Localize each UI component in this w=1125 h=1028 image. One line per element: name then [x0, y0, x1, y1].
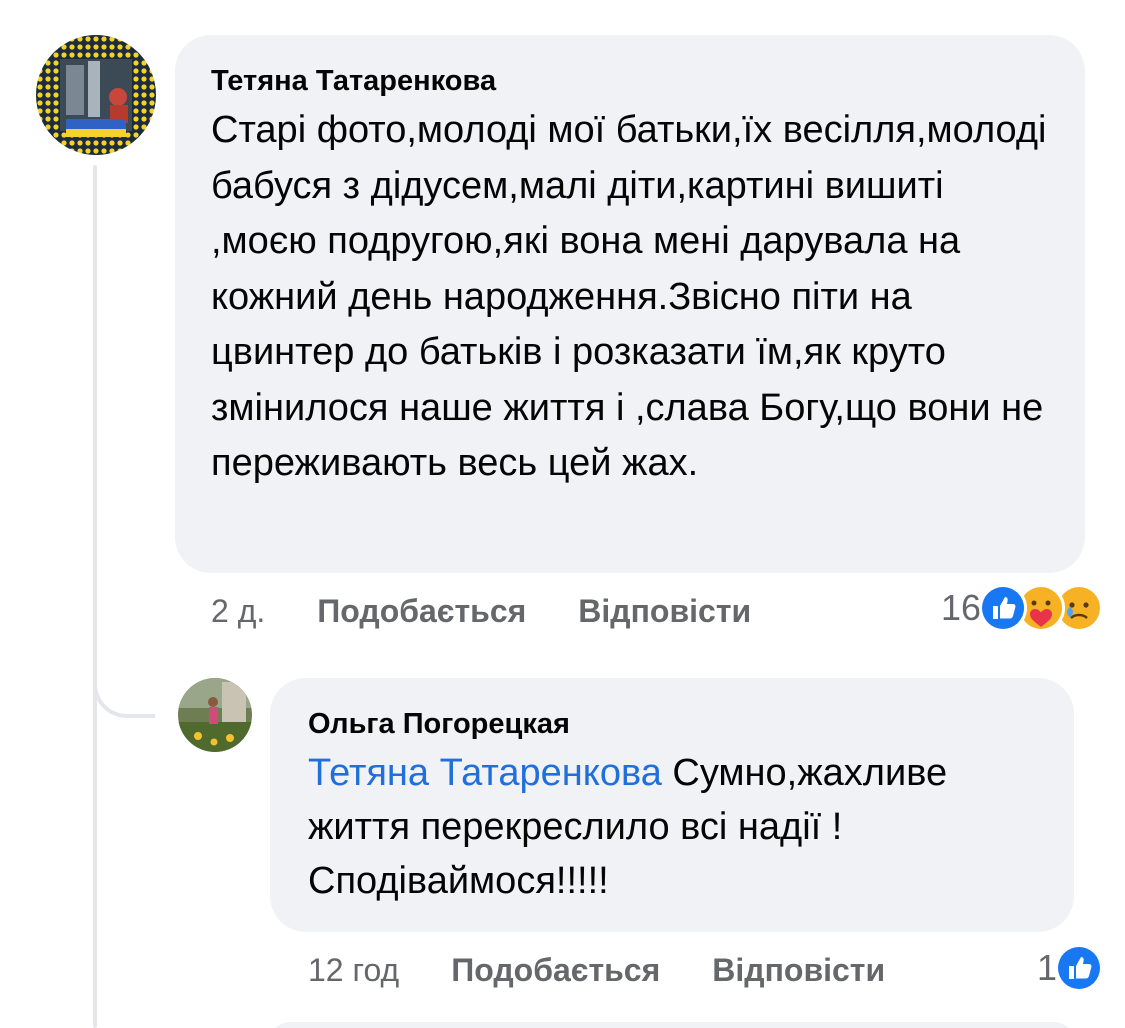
- reply-bubble: Ольга Погорецкая Тетяна Татаренкова Сумн…: [270, 678, 1074, 932]
- reaction-count: 16: [940, 587, 981, 628]
- mention-link[interactable]: Тетяна Татаренкова: [308, 752, 662, 794]
- comment-timestamp[interactable]: 2 д.: [211, 593, 265, 630]
- comment-author[interactable]: Тетяна Татаренкова: [211, 63, 1049, 99]
- reply-button[interactable]: Відповісти: [712, 952, 885, 989]
- comment-thread: Тетяна Татаренкова Старі фото,молоді мої…: [0, 0, 1125, 1028]
- reply-button[interactable]: Відповісти: [578, 593, 751, 630]
- reaction-summary[interactable]: 16: [941, 584, 1103, 632]
- comment-author[interactable]: Ольга Погорецкая: [308, 706, 1036, 742]
- like-icon: [979, 584, 1027, 632]
- comment-actions: 2 д. Подобається Відповісти: [211, 588, 803, 634]
- next-comment-bubble: [270, 1022, 1074, 1028]
- avatar[interactable]: [36, 35, 156, 155]
- reaction-count: 1: [1036, 947, 1057, 988]
- comment-actions: 12 год Подобається Відповісти: [308, 947, 937, 993]
- comment-bubble: Тетяна Татаренкова Старі фото,молоді мої…: [175, 35, 1085, 573]
- like-button[interactable]: Подобається: [451, 952, 660, 989]
- avatar[interactable]: [178, 678, 252, 752]
- like-button[interactable]: Подобається: [317, 593, 526, 630]
- like-icon: [1055, 944, 1103, 992]
- reaction-summary[interactable]: 1: [1037, 944, 1103, 992]
- comment-timestamp[interactable]: 12 год: [308, 952, 399, 989]
- thread-reply-connector: [93, 640, 155, 718]
- comment-text: Старі фото,молоді мої батьки,їх весілля,…: [211, 109, 1047, 484]
- comment-text: Тетяна Татаренкова Сумно,жахливе життя п…: [308, 746, 1036, 908]
- thread-line: [93, 165, 97, 1028]
